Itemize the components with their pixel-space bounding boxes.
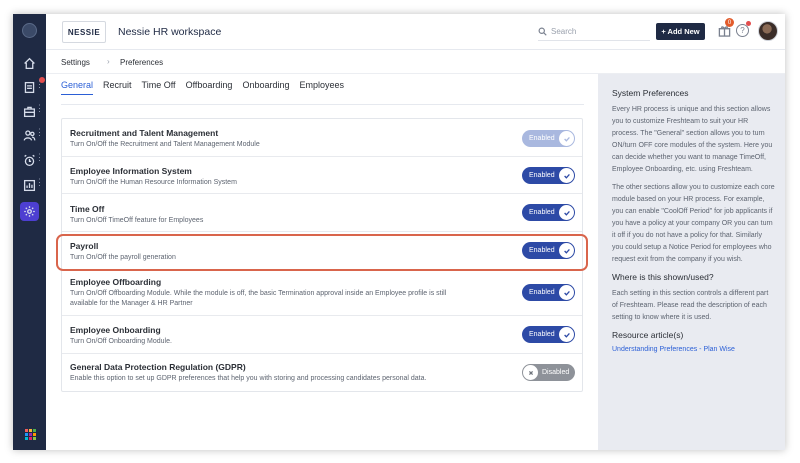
- check-icon: [559, 131, 574, 146]
- preferences-tabs: General Recruit Time Off Offboarding Onb…: [61, 80, 354, 95]
- apps-grid-icon[interactable]: [25, 429, 36, 440]
- breadcrumb-settings-link[interactable]: Settings: [61, 58, 90, 67]
- tab-general[interactable]: General: [61, 80, 94, 95]
- settings-icon[interactable]: [20, 202, 39, 221]
- check-icon: [559, 205, 574, 220]
- apps-grid-dot: [29, 429, 32, 432]
- apps-grid-dot: [33, 429, 36, 432]
- home-icon[interactable]: [20, 54, 39, 73]
- setting-row-employee-information: Employee Information System Turn On/Off …: [62, 157, 582, 194]
- apps-grid-dot: [25, 433, 28, 436]
- menu-dots-icon[interactable]: [35, 177, 44, 189]
- menu-dots-icon[interactable]: [35, 152, 44, 164]
- tab-offboarding[interactable]: Offboarding: [186, 80, 233, 95]
- recruitment-toggle[interactable]: Enabled: [522, 130, 575, 147]
- check-icon: [559, 285, 574, 300]
- setting-description: Enable this option to set up GDPR prefer…: [70, 375, 427, 382]
- tab-employees[interactable]: Employees: [299, 80, 344, 95]
- apps-grid-dot: [33, 437, 36, 440]
- check-icon: [559, 327, 574, 342]
- setting-row-recruitment: Recruitment and Talent Management Turn O…: [62, 119, 582, 157]
- toggle-state-label: Enabled: [529, 331, 555, 338]
- apps-grid-dot: [25, 437, 28, 440]
- setting-row-gdpr: General Data Protection Regulation (GDPR…: [62, 354, 582, 391]
- apps-grid-dot: [29, 433, 32, 436]
- resource-article-link[interactable]: Understanding Preferences - Plan Wise: [612, 346, 775, 353]
- setting-title: Recruitment and Talent Management: [70, 128, 219, 138]
- search-icon: [538, 27, 547, 36]
- setting-row-time-off: Time Off Turn On/Off TimeOff feature for…: [62, 194, 582, 232]
- company-logo: NESSIE: [62, 21, 106, 43]
- tab-time-off[interactable]: Time Off: [142, 80, 176, 95]
- top-bar: NESSIE Nessie HR workspace Search + Add …: [46, 14, 785, 50]
- setting-title: Employee Information System: [70, 166, 192, 176]
- side-panel-paragraph: The other sections allow you to customiz…: [612, 184, 775, 263]
- tab-recruit[interactable]: Recruit: [103, 80, 132, 95]
- setting-description: Turn On/Off Onboarding Module.: [70, 338, 172, 345]
- tab-onboarding[interactable]: Onboarding: [242, 80, 289, 95]
- setting-description: Turn On/Off Offboarding Module. While th…: [70, 290, 447, 307]
- search-input[interactable]: Search: [538, 23, 650, 41]
- workspace-title: Nessie HR workspace: [118, 26, 222, 38]
- app-window: NESSIE Nessie HR workspace Search + Add …: [13, 14, 785, 450]
- check-icon: [559, 168, 574, 183]
- tabs-divider: [61, 104, 584, 105]
- close-icon: [523, 365, 538, 380]
- setting-description: Turn On/Off TimeOff feature for Employee…: [70, 217, 204, 224]
- setting-title: General Data Protection Regulation (GDPR…: [70, 362, 246, 372]
- setting-row-offboarding: Employee Offboarding Turn On/Off Offboar…: [62, 270, 582, 316]
- setting-title: Employee Onboarding: [70, 325, 161, 335]
- add-new-button[interactable]: + Add New: [656, 23, 705, 40]
- help-side-panel: System Preferences Every HR process is u…: [598, 74, 785, 450]
- time-off-toggle[interactable]: Enabled: [522, 204, 575, 221]
- user-avatar[interactable]: [758, 21, 778, 41]
- where-used-text: Each setting in this section controls a …: [612, 290, 769, 321]
- toggle-state-label: Enabled: [529, 172, 555, 179]
- side-panel-paragraph: Every HR process is unique and this sect…: [612, 106, 773, 173]
- toggle-state-label: Disabled: [542, 369, 570, 376]
- onboarding-toggle[interactable]: Enabled: [522, 326, 575, 343]
- toggle-state-label: Enabled: [529, 289, 555, 296]
- gdpr-toggle[interactable]: Disabled: [522, 364, 575, 381]
- setting-row-onboarding: Employee Onboarding Turn On/Off Onboardi…: [62, 316, 582, 354]
- toggle-state-label: Enabled: [529, 135, 555, 142]
- where-used-heading: Where is this shown/used?: [612, 272, 714, 282]
- employee-information-toggle[interactable]: Enabled: [522, 167, 575, 184]
- menu-dots-icon[interactable]: [35, 79, 44, 91]
- breadcrumb-separator-icon: ›: [107, 57, 110, 66]
- side-panel-heading: System Preferences: [612, 88, 689, 98]
- setting-description: Turn On/Off the Recruitment and Talent M…: [70, 141, 260, 148]
- setting-title: Employee Offboarding: [70, 277, 162, 287]
- resource-heading: Resource article(s): [612, 330, 684, 340]
- setting-title: Time Off: [70, 204, 105, 214]
- notification-count-badge: 0: [725, 18, 734, 27]
- toggle-state-label: Enabled: [529, 209, 555, 216]
- apps-grid-dot: [33, 433, 36, 436]
- brand-logo-icon[interactable]: [22, 23, 37, 38]
- preferences-main: General Recruit Time Off Offboarding Onb…: [46, 74, 598, 450]
- help-alert-dot: [746, 21, 751, 26]
- breadcrumb-current: Preferences: [120, 58, 164, 67]
- payroll-highlight-box: [56, 234, 588, 271]
- left-navigation-rail: [13, 14, 46, 450]
- apps-grid-dot: [29, 437, 32, 440]
- breadcrumb: Settings › Preferences: [46, 50, 785, 74]
- offboarding-toggle[interactable]: Enabled: [522, 284, 575, 301]
- search-placeholder: Search: [551, 27, 577, 36]
- menu-dots-icon[interactable]: [35, 103, 44, 115]
- setting-description: Turn On/Off the Human Resource Informati…: [70, 179, 237, 186]
- menu-dots-icon[interactable]: [35, 127, 44, 139]
- apps-grid-dot: [25, 429, 28, 432]
